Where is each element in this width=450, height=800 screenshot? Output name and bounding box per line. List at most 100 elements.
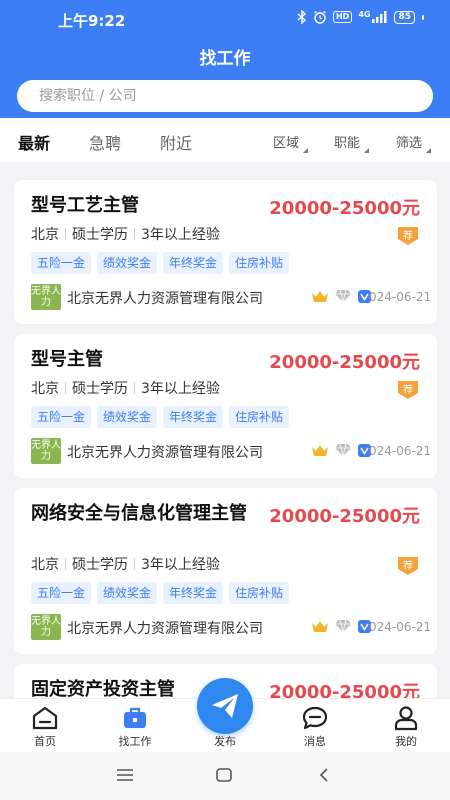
job-salary: 20000-25000元 [269, 506, 420, 527]
job-title: 网络安全与信息化管理主管 [31, 503, 247, 524]
crown-icon [312, 621, 328, 632]
job-requirements: 北京 硕士学历 3年以上经验 [31, 378, 220, 398]
recommend-badge-icon: 荐 [398, 381, 418, 399]
job-education: 硕士学历 [72, 227, 128, 243]
job-salary: 20000-25000元 [269, 198, 420, 219]
benefit-tags: 五险一金 绩效奖金 年终奖金 住房补贴 [31, 252, 290, 274]
job-education: 硕士学历 [72, 557, 128, 573]
benefit-tag: 五险一金 [31, 252, 92, 274]
job-location: 北京 [31, 381, 59, 397]
status-bar: 上午9:22 HD 4G 85 [0, 0, 450, 38]
recommend-badge-label: 荐 [403, 384, 413, 396]
nav-home-label: 首页 [34, 735, 56, 748]
benefit-tag: 五险一金 [31, 406, 92, 428]
benefit-tag: 绩效奖金 [97, 406, 158, 428]
publish-button[interactable] [197, 678, 253, 734]
recommend-badge-icon: 荐 [398, 227, 418, 245]
home-square-icon[interactable] [216, 768, 232, 782]
benefit-tag: 绩效奖金 [97, 582, 158, 604]
network-label: 4G [358, 10, 371, 19]
filter-function[interactable]: 职能 [334, 132, 370, 153]
company-name: 北京无界人力资源管理有限公司 [67, 621, 263, 637]
tab-urgent[interactable]: 急聘 [89, 130, 121, 154]
tab-latest[interactable]: 最新 [18, 130, 50, 154]
tab-nearby[interactable]: 附近 [160, 130, 192, 154]
battery-icon: 85 [394, 10, 415, 24]
briefcase-icon [124, 707, 146, 728]
crown-icon [312, 445, 328, 456]
search-input[interactable] [39, 80, 409, 112]
nav-home[interactable]: 首页 [15, 705, 75, 749]
paper-plane-icon [212, 694, 238, 718]
filter-more[interactable]: 筛选 [396, 132, 432, 153]
status-icons: HD 4G 85 [297, 10, 424, 24]
benefit-tag: 住房补贴 [229, 406, 290, 428]
benefit-tag: 年终奖金 [163, 582, 224, 604]
nav-profile-label: 我的 [395, 735, 417, 748]
job-card[interactable]: 型号工艺主管 20000-25000元 北京 硕士学历 3年以上经验 荐 五险一金 … [14, 180, 437, 324]
job-card[interactable]: 型号主管 20000-25000元 北京 硕士学历 3年以上经验 荐 五险一金 绩效… [14, 334, 437, 478]
divider [134, 558, 135, 570]
job-title: 型号主管 [31, 349, 103, 370]
company-name: 北京无界人力资源管理有限公司 [67, 445, 263, 461]
recommend-badge-label: 荐 [403, 230, 413, 242]
divider [65, 382, 66, 394]
company-name: 北京无界人力资源管理有限公司 [67, 291, 263, 307]
publish-label: 发布 [214, 735, 236, 748]
benefit-tags: 五险一金 绩效奖金 年终奖金 住房补贴 [31, 582, 290, 604]
job-experience: 3年以上经验 [141, 381, 220, 397]
page-title: 找工作 [199, 49, 251, 69]
company-row[interactable]: 无界人力 北京无界人力资源管理有限公司 024-06-21 [31, 614, 431, 640]
job-experience: 3年以上经验 [141, 557, 220, 573]
system-nav-bar [0, 752, 450, 800]
recommend-badge-icon: 荐 [398, 557, 418, 575]
nav-profile[interactable]: 我的 [376, 705, 436, 749]
recommend-badge-label: 荐 [403, 560, 413, 572]
crown-icon [312, 291, 328, 302]
job-salary: 20000-25000元 [269, 352, 420, 373]
diamond-icon [335, 289, 351, 303]
benefit-tag: 五险一金 [31, 582, 92, 604]
post-date: 024-06-21 [369, 290, 432, 304]
company-logo: 无界人力 [31, 614, 61, 640]
filter-region[interactable]: 区域 [273, 132, 309, 153]
back-icon[interactable] [318, 768, 330, 782]
diamond-icon [335, 443, 351, 457]
job-title: 型号工艺主管 [31, 195, 139, 216]
job-location: 北京 [31, 557, 59, 573]
nav-find-job[interactable]: 找工作 [105, 705, 165, 749]
bluetooth-icon [297, 10, 307, 24]
job-requirements: 北京 硕士学历 3年以上经验 [31, 554, 220, 574]
job-card[interactable]: 网络安全与信息化管理主管 20000-25000元 北京 硕士学历 3年以上经验 荐… [14, 488, 437, 654]
benefit-tag: 住房补贴 [229, 582, 290, 604]
post-date: 024-06-21 [369, 444, 432, 458]
search-box[interactable] [17, 80, 433, 112]
nav-messages[interactable]: 消息 [285, 705, 345, 749]
filter-region-label: 区域 [273, 136, 300, 151]
divider [65, 228, 66, 240]
job-salary: 20000-25000元 [269, 682, 420, 698]
diamond-icon [335, 619, 351, 633]
job-list[interactable]: 型号工艺主管 20000-25000元 北京 硕士学历 3年以上经验 荐 五险一金 … [0, 162, 450, 698]
alarm-icon [314, 10, 326, 24]
nav-find-job-label: 找工作 [118, 735, 152, 748]
benefit-tag: 年终奖金 [163, 252, 224, 274]
hd-icon: HD [332, 11, 353, 23]
nav-messages-label: 消息 [304, 735, 326, 748]
menu-icon[interactable] [116, 768, 134, 782]
chat-icon [302, 706, 328, 730]
company-row[interactable]: 无界人力 北京无界人力资源管理有限公司 024-06-21 [31, 438, 431, 464]
benefit-tags: 五险一金 绩效奖金 年终奖金 住房补贴 [31, 406, 290, 428]
company-row[interactable]: 无界人力 北京无界人力资源管理有限公司 024-06-21 [31, 284, 431, 310]
job-requirements: 北京 硕士学历 3年以上经验 [31, 224, 220, 244]
dropdown-triangle-icon [426, 148, 432, 153]
filter-more-label: 筛选 [396, 136, 423, 151]
post-date: 024-06-21 [369, 620, 432, 634]
battery-tip [422, 14, 424, 20]
benefit-tag: 绩效奖金 [97, 252, 158, 274]
dropdown-triangle-icon [303, 148, 309, 153]
tab-bar: 最新 急聘 附近 区域 职能 筛选 [0, 118, 450, 162]
benefit-tag: 年终奖金 [163, 406, 224, 428]
divider [134, 382, 135, 394]
divider [65, 558, 66, 570]
